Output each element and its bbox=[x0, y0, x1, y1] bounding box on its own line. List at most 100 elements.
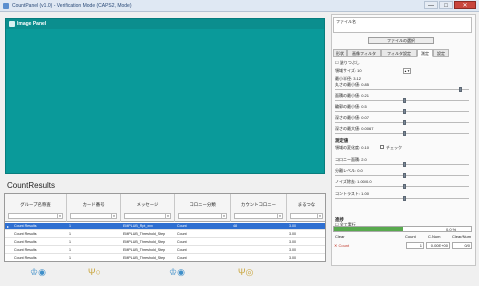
colony-icon[interactable]: Ψ○ bbox=[88, 266, 101, 278]
clear-num-value[interactable]: 0/0 bbox=[452, 242, 472, 249]
column-header[interactable]: グループ名称査 ▾ bbox=[5, 194, 67, 222]
measure-section-title: 測定値 bbox=[335, 138, 349, 143]
tab-image-filter[interactable]: 画像フィルタ bbox=[347, 49, 381, 57]
slider-handle[interactable] bbox=[403, 173, 406, 178]
cell: EMPLUB_Rpt_xxx bbox=[123, 224, 153, 228]
slider-handle[interactable] bbox=[403, 184, 406, 189]
count-marker: ✕ Count bbox=[334, 243, 350, 248]
file-name-field[interactable]: ファイル名 bbox=[333, 17, 472, 33]
cell: Count Results bbox=[14, 240, 37, 244]
count-value[interactable]: 1 bbox=[406, 242, 424, 249]
table-row[interactable]: Count Results 1 EMPLUB_Threshold_Step Co… bbox=[5, 255, 325, 261]
depth-min-slider[interactable] bbox=[335, 120, 469, 125]
cell: Count Results bbox=[14, 232, 37, 236]
image-icon bbox=[9, 21, 15, 27]
close-button[interactable]: ✕ bbox=[454, 1, 476, 9]
tab-measure[interactable]: 測定 bbox=[417, 49, 433, 57]
file-name-label: ファイル名 bbox=[336, 19, 356, 24]
roundness-slider[interactable] bbox=[335, 87, 469, 92]
cell: Count bbox=[177, 232, 187, 236]
minimize-button[interactable]: — bbox=[424, 1, 438, 9]
cell: Count bbox=[177, 248, 187, 252]
cell: 3.00 bbox=[289, 248, 296, 252]
slider-handle[interactable] bbox=[403, 109, 406, 114]
chevron-down-icon: ▾ bbox=[317, 214, 322, 218]
chevron-down-icon: ▾ bbox=[57, 214, 62, 218]
plate-icon[interactable]: ♔◉ bbox=[169, 266, 185, 278]
table-row[interactable]: ▸ Count Results 1 EMPLUB_Rpt_xxx Count 4… bbox=[5, 223, 325, 230]
slider-handle[interactable] bbox=[403, 162, 406, 167]
cell: 1 bbox=[69, 224, 71, 228]
noise-slider[interactable] bbox=[335, 184, 469, 189]
column-header[interactable]: コロニー分類 ▾ bbox=[175, 194, 231, 222]
cell: 48 bbox=[233, 224, 237, 228]
contrast-label: コントラスト: 1.00 bbox=[335, 191, 369, 196]
count-header: Clear/Num bbox=[452, 234, 472, 239]
column-header[interactable]: メッセージ ▾ bbox=[121, 194, 175, 222]
count-header: Count bbox=[405, 234, 416, 239]
count-header: C.Num bbox=[428, 234, 441, 239]
depth-min-label: 深さの最小値: 0.07 bbox=[335, 115, 370, 120]
colony-area-slider[interactable] bbox=[335, 162, 469, 167]
roundness-label: 丸さの最小値: 0.85 bbox=[335, 82, 370, 87]
column-filter[interactable]: ▾ bbox=[234, 213, 283, 219]
contrast-slider[interactable] bbox=[335, 196, 469, 201]
column-filter[interactable]: ▾ bbox=[124, 213, 171, 219]
slider-handle[interactable] bbox=[403, 120, 406, 125]
cell: Count Results bbox=[14, 256, 37, 260]
depth-max-label: 深さの最大値: 0.0067 bbox=[335, 126, 374, 131]
cell: 1 bbox=[69, 240, 71, 244]
column-header[interactable]: まるつな ▾ bbox=[287, 194, 325, 222]
select-file-button[interactable]: ファイルの選択 bbox=[368, 37, 434, 44]
column-filter[interactable]: ▾ bbox=[178, 213, 227, 219]
slider-handle[interactable] bbox=[403, 98, 406, 103]
window-titlebar: CountPanel (v1.0) - Verification Mode (C… bbox=[0, 0, 479, 12]
noise-label: ノイズ除去: 1.00/0.0 bbox=[335, 179, 372, 184]
cell: Count bbox=[177, 240, 187, 244]
tab-filter-settings[interactable]: フィルタ設定 bbox=[381, 49, 417, 57]
depth-max-slider[interactable] bbox=[335, 131, 469, 136]
region-size-stepper[interactable]: ▲▼ bbox=[403, 68, 411, 74]
chevron-down-icon: ▾ bbox=[165, 214, 170, 218]
table-row[interactable]: Count Results 1 EMPLUB_Threshold_Step Co… bbox=[5, 247, 325, 254]
colony-icon[interactable]: Ψ◎ bbox=[238, 266, 253, 278]
clear-label: Clear bbox=[335, 234, 345, 239]
plate-icon[interactable]: ♔◉ bbox=[30, 266, 46, 278]
column-filter[interactable]: ▾ bbox=[70, 213, 117, 219]
c-num-value[interactable]: 0.00E+00 bbox=[426, 242, 450, 249]
chevron-down-icon: ▾ bbox=[277, 214, 282, 218]
cell: Count bbox=[177, 224, 187, 228]
region-change-label: 領域の変化度: 0.10 bbox=[335, 145, 370, 150]
cell: Count Results bbox=[14, 224, 37, 228]
contour-slider[interactable] bbox=[335, 109, 469, 114]
window-title: CountPanel (v1.0) - Verification Mode (C… bbox=[12, 3, 132, 9]
cell: 1 bbox=[69, 232, 71, 236]
column-filter[interactable]: ▾ bbox=[290, 213, 323, 219]
region-size-label: 領域サイズ: 10 bbox=[335, 68, 362, 73]
table-row[interactable]: Count Results 1 EMPLUB_Threshold_Step Co… bbox=[5, 231, 325, 238]
column-filter[interactable]: ▾ bbox=[8, 213, 63, 219]
cell: EMPLUB_Threshold_Step bbox=[123, 256, 166, 260]
chevron-down-icon: ▾ bbox=[221, 214, 226, 218]
count-results-title: CountResults bbox=[7, 181, 56, 190]
cell: 1 bbox=[69, 248, 71, 252]
tab-shape[interactable]: 形状 bbox=[333, 49, 347, 57]
slider-handle[interactable] bbox=[459, 87, 462, 92]
maximize-button[interactable]: □ bbox=[439, 1, 453, 9]
slider-handle[interactable] bbox=[403, 196, 406, 201]
results-grid[interactable]: グループ名称査 ▾ カード番号 ▾ メッセージ ▾ コロニー分類 ▾ カウントコ… bbox=[4, 193, 326, 262]
min-area-slider[interactable] bbox=[335, 98, 469, 103]
app-icon bbox=[3, 3, 9, 9]
slider-handle[interactable] bbox=[403, 131, 406, 136]
table-row[interactable]: Count Results 1 EMPLUB_Threshold_Step Co… bbox=[5, 239, 325, 246]
column-header[interactable]: カード番号 ▾ bbox=[67, 194, 121, 222]
column-header[interactable]: カウントコロニー ▾ bbox=[231, 194, 287, 222]
image-panel[interactable]: Image Panel bbox=[5, 18, 325, 174]
cell: EMPLUB_Threshold_Step bbox=[123, 240, 166, 244]
fill-checkbox[interactable]: ☐ 塗りつぶし bbox=[335, 60, 360, 66]
separation-label: 分離レベル: 0.0 bbox=[335, 168, 363, 173]
separation-slider[interactable] bbox=[335, 173, 469, 178]
cell: 3.00 bbox=[289, 256, 296, 260]
tab-settings[interactable]: 設定 bbox=[433, 49, 449, 57]
check-checkbox[interactable] bbox=[380, 145, 384, 149]
